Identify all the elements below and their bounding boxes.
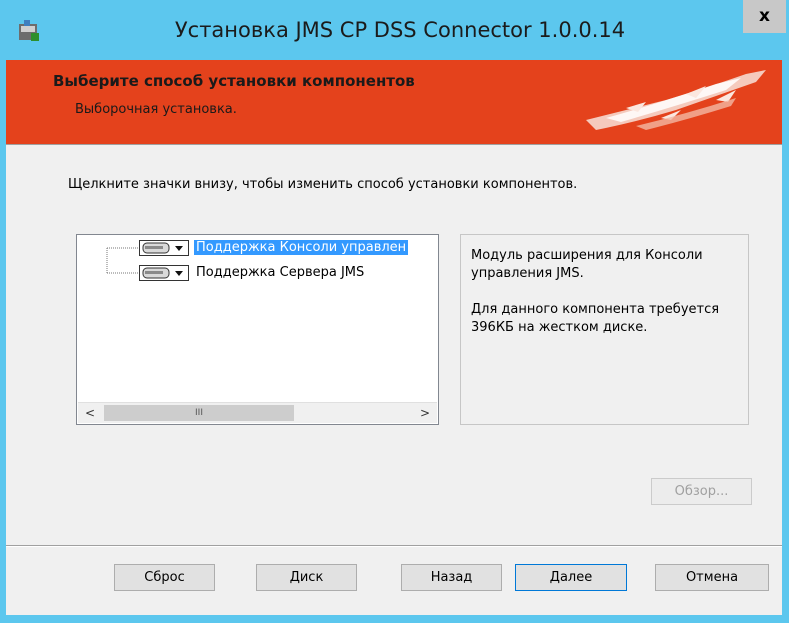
scroll-right-button[interactable]: > [413,403,437,423]
window-frame-bottom [0,615,789,623]
instruction-text: Щелкните значки внизу, чтобы изменить сп… [68,177,578,192]
banner-title: Выберите способ установки компонентов [53,72,415,90]
reset-button[interactable]: Сброс [114,564,215,591]
cancel-button[interactable]: Отмена [655,564,769,591]
component-drive-icon[interactable] [139,240,189,256]
description-disk-space: Для данного компонента требуется 396КБ н… [471,302,720,335]
window-frame-right [782,60,789,623]
title-bar[interactable]: Установка JMS CP DSS Connector 1.0.0.14 … [0,0,789,60]
component-drive-icon[interactable] [139,265,189,281]
tree-connector-lines [106,247,139,274]
close-icon: x [759,6,770,26]
description-module: Модуль расширения для Консоли управления… [471,248,703,281]
feature-tree[interactable]: Поддержка Консоли управлен Поддержка Сер… [76,234,439,425]
browse-button[interactable]: Обзор... [651,478,752,505]
back-button[interactable]: Назад [401,564,502,591]
scrollbar-thumb[interactable]: III [104,405,294,421]
tree-item-jms-server-support[interactable]: Поддержка Сервера JMS [194,263,366,283]
header-banner: Выберите способ установки компонентов Вы… [6,60,782,144]
window-title: Установка JMS CP DSS Connector 1.0.0.14 [174,18,626,42]
banner-decoration-graphic [586,70,766,130]
tree-item-label: Поддержка Сервера JMS [196,265,365,280]
next-button[interactable]: Далее [515,564,627,591]
banner-subtitle: Выборочная установка. [75,102,237,117]
disk-button[interactable]: Диск [256,564,357,591]
scroll-left-button[interactable]: < [78,403,102,423]
installer-app-icon[interactable] [16,18,42,44]
tree-item-label: Поддержка Консоли управлен [194,240,409,255]
close-button[interactable]: x [743,0,786,33]
footer-separator-highlight [6,546,782,547]
component-description-panel: Модуль расширения для Консоли управления… [460,234,749,425]
horizontal-scrollbar[interactable]: < III > [78,402,437,423]
tree-item-console-support[interactable]: Поддержка Консоли управлен [194,238,409,258]
